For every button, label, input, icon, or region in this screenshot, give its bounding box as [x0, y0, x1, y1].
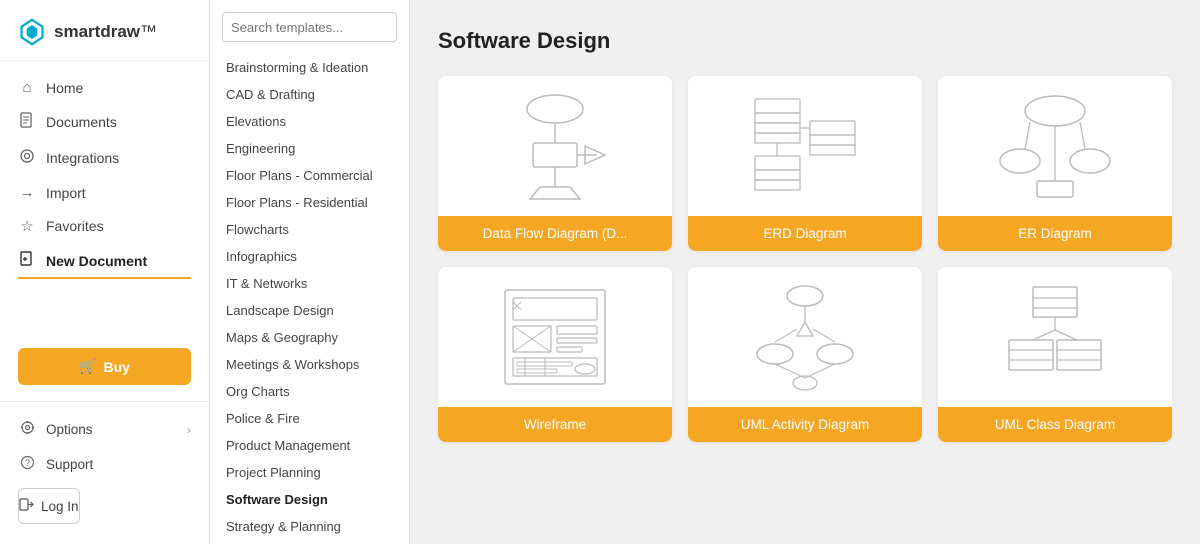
login-button[interactable]: ↪ Log In Log In [18, 488, 80, 524]
category-item[interactable]: Product Management [210, 432, 409, 459]
category-item[interactable]: Maps & Geography [210, 324, 409, 351]
logo-text: smartdraw™ [54, 22, 157, 42]
import-icon: → [18, 184, 36, 201]
svg-text:?: ? [24, 458, 29, 468]
category-item[interactable]: Infographics [210, 243, 409, 270]
template-card[interactable]: ERD Diagram [688, 76, 922, 251]
template-card[interactable]: UML Class Diagram [938, 267, 1172, 442]
main-content: Software Design Data Flow Diagram (D... … [410, 0, 1200, 544]
category-item[interactable]: IT & Networks [210, 270, 409, 297]
category-panel: 🔍 Brainstorming & IdeationCAD & Drafting… [210, 0, 410, 544]
sidebar-item-support[interactable]: ? Support [0, 447, 209, 482]
category-item[interactable]: Strategy & Planning [210, 513, 409, 540]
category-item[interactable]: Police & Fire [210, 405, 409, 432]
search-input[interactable] [223, 14, 397, 41]
template-label: UML Activity Diagram [688, 407, 922, 442]
login-icon [19, 497, 34, 515]
category-item[interactable]: Software Design [210, 486, 409, 513]
template-label: Data Flow Diagram (D... [438, 216, 672, 251]
star-icon: ☆ [18, 217, 36, 235]
page-title: Software Design [438, 28, 1172, 54]
chevron-right-icon: › [187, 423, 191, 437]
category-item[interactable]: Floor Plans - Residential [210, 189, 409, 216]
template-card[interactable]: UML Activity Diagram [688, 267, 922, 442]
logo-icon [18, 18, 46, 46]
sidebar-item-new-document[interactable]: New Document [0, 243, 209, 279]
template-label: ER Diagram [938, 216, 1172, 251]
document-icon [18, 112, 36, 132]
sidebar-item-home[interactable]: ⌂ Home [0, 71, 209, 104]
sidebar-item-import[interactable]: → Import [0, 176, 209, 209]
category-item[interactable]: CAD & Drafting [210, 81, 409, 108]
sidebar-item-favorites[interactable]: ☆ Favorites [0, 209, 209, 243]
template-card[interactable]: ER Diagram [938, 76, 1172, 251]
support-icon: ? [18, 455, 36, 474]
template-card[interactable]: Data Flow Diagram (D... [438, 76, 672, 251]
home-icon: ⌂ [18, 79, 36, 96]
category-item[interactable]: Floor Plans - Commercial [210, 162, 409, 189]
buy-button[interactable]: 🛒 🛒 Buy Buy [18, 348, 191, 385]
category-item[interactable]: Brainstorming & Ideation [210, 54, 409, 81]
template-preview [438, 267, 672, 407]
template-label: Wireframe [438, 407, 672, 442]
category-item[interactable]: Landscape Design [210, 297, 409, 324]
nav-list: ⌂ Home Documents Integrations → Import ☆… [0, 61, 209, 338]
integrations-icon [18, 148, 36, 168]
template-preview [688, 76, 922, 216]
category-list: Brainstorming & IdeationCAD & DraftingEl… [210, 50, 409, 544]
sidebar: smartdraw™ ⌂ Home Documents Integrations… [0, 0, 210, 544]
template-preview [688, 267, 922, 407]
cart-icon: 🛒 [79, 358, 96, 375]
template-label: UML Class Diagram [938, 407, 1172, 442]
category-item[interactable]: Flowcharts [210, 216, 409, 243]
category-item[interactable]: Engineering [210, 135, 409, 162]
new-doc-icon [18, 251, 36, 271]
template-card[interactable]: Wireframe [438, 267, 672, 442]
template-label: ERD Diagram [688, 216, 922, 251]
options-icon [18, 420, 36, 439]
sidebar-item-options[interactable]: Options › [0, 412, 209, 447]
category-item[interactable]: Elevations [210, 108, 409, 135]
logo-area: smartdraw™ [0, 0, 209, 61]
templates-grid: Data Flow Diagram (D... ERD Diagram ER D… [438, 76, 1172, 442]
search-bar: 🔍 [222, 12, 397, 42]
sidebar-item-documents[interactable]: Documents [0, 104, 209, 140]
template-preview [938, 267, 1172, 407]
sidebar-item-integrations[interactable]: Integrations [0, 140, 209, 176]
sidebar-bottom: Options › ? Support ↪ Log In Log In [0, 401, 209, 544]
category-item[interactable]: Org Charts [210, 378, 409, 405]
template-preview [938, 76, 1172, 216]
template-preview [438, 76, 672, 216]
category-item[interactable]: Meetings & Workshops [210, 351, 409, 378]
category-item[interactable]: Project Planning [210, 459, 409, 486]
